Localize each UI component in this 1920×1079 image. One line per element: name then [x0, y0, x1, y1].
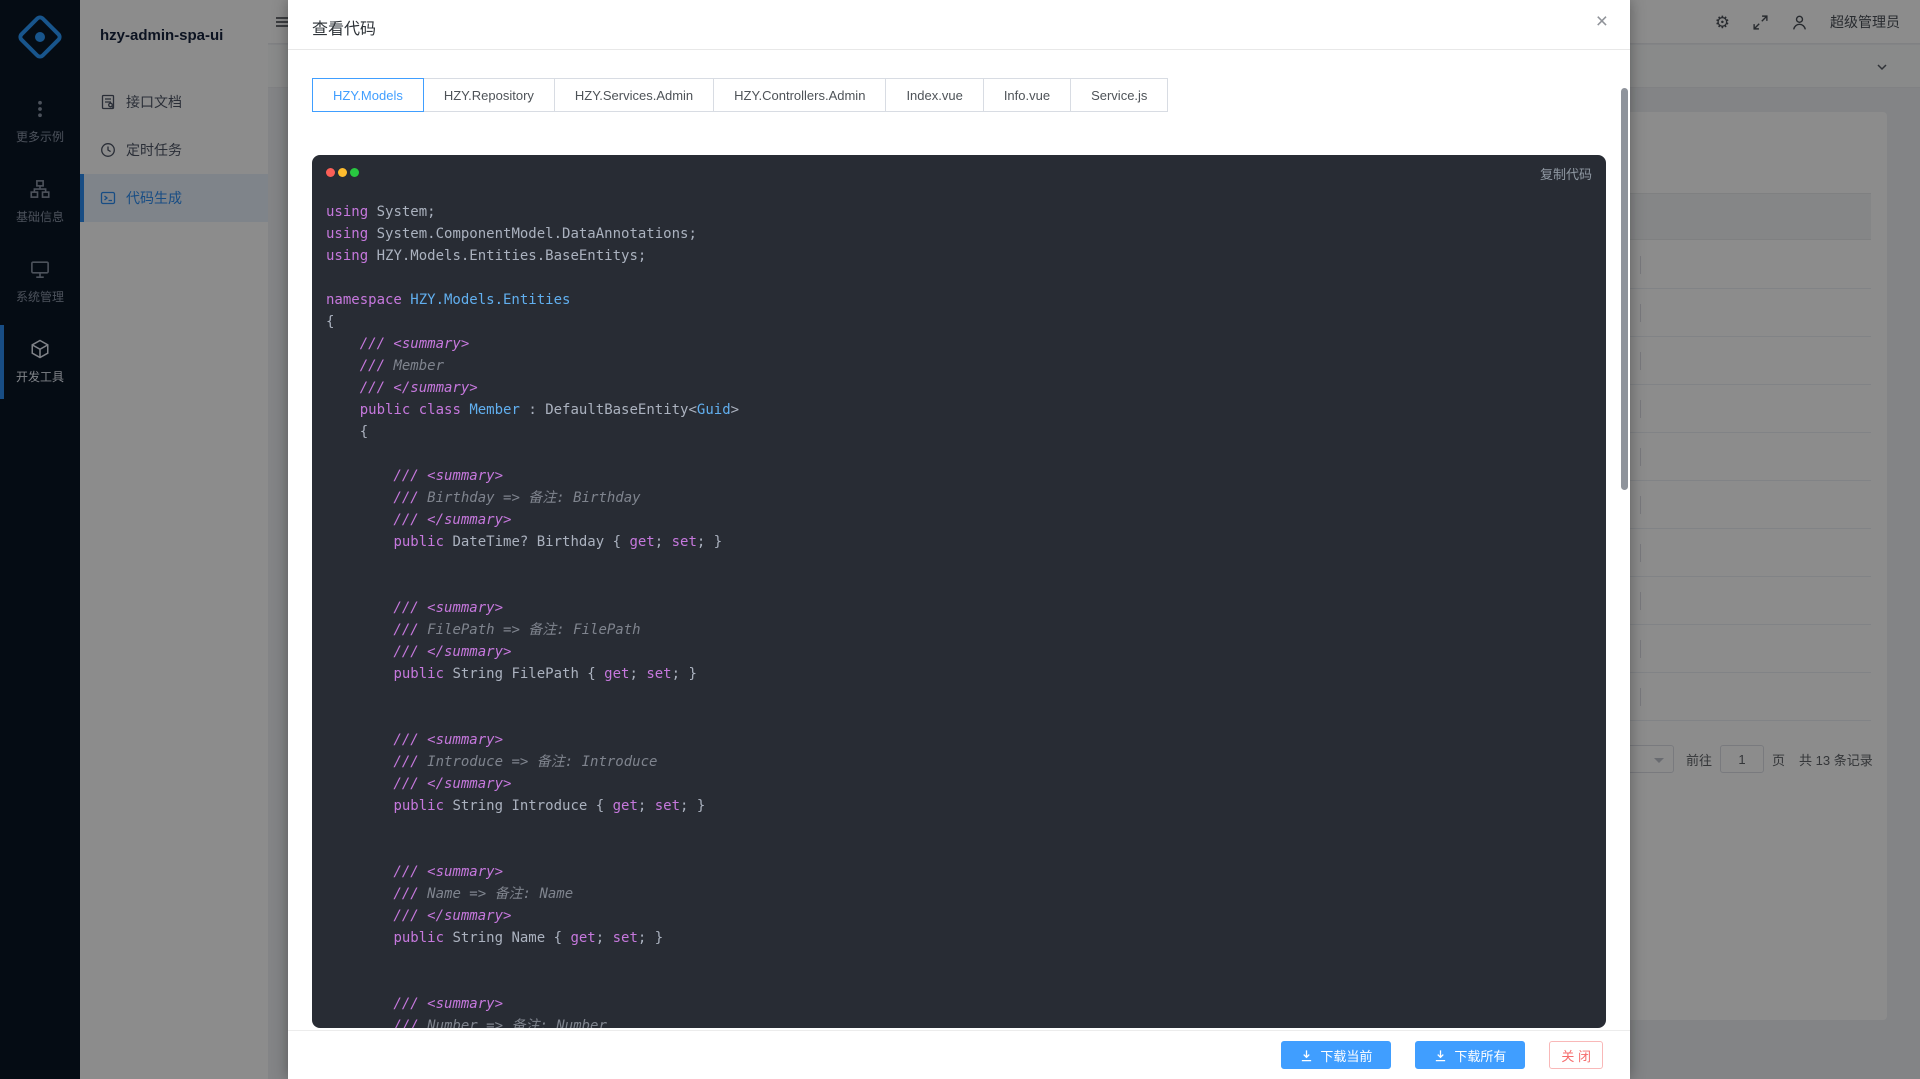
dialog-footer: 下载当前 下载所有 关 闭 — [288, 1030, 1630, 1079]
download-icon — [1434, 1049, 1447, 1062]
dialog-title: 查看代码 — [312, 15, 376, 39]
tab-hzy-services-admin[interactable]: HZY.Services.Admin — [554, 78, 714, 112]
view-code-dialog: 查看代码 × HZY.ModelsHZY.RepositoryHZY.Servi… — [288, 0, 1630, 1079]
tab-index-vue[interactable]: Index.vue — [885, 78, 983, 112]
code-block: 复制代码 using System; using System.Componen… — [312, 155, 1606, 1028]
code-block-titlebar: 复制代码 — [312, 155, 1606, 189]
download-icon — [1300, 1049, 1313, 1062]
code-tabs: HZY.ModelsHZY.RepositoryHZY.Services.Adm… — [312, 78, 1168, 112]
tab-hzy-models[interactable]: HZY.Models — [312, 78, 424, 112]
close-button[interactable]: 关 闭 — [1549, 1041, 1603, 1069]
tab-service-js[interactable]: Service.js — [1070, 78, 1168, 112]
dialog-header: 查看代码 × — [288, 0, 1630, 50]
close-icon[interactable]: × — [1596, 11, 1608, 32]
modal-scrollbar[interactable] — [1621, 88, 1628, 490]
download-current-button[interactable]: 下载当前 — [1281, 1041, 1391, 1069]
download-all-button[interactable]: 下载所有 — [1415, 1041, 1525, 1069]
code-content: using System; using System.ComponentMode… — [312, 189, 1606, 1028]
tab-hzy-repository[interactable]: HZY.Repository — [423, 78, 555, 112]
window-dots-icon — [326, 168, 359, 177]
copy-code-button[interactable]: 复制代码 — [1540, 164, 1592, 183]
tab-hzy-controllers-admin[interactable]: HZY.Controllers.Admin — [713, 78, 886, 112]
tab-info-vue[interactable]: Info.vue — [983, 78, 1071, 112]
